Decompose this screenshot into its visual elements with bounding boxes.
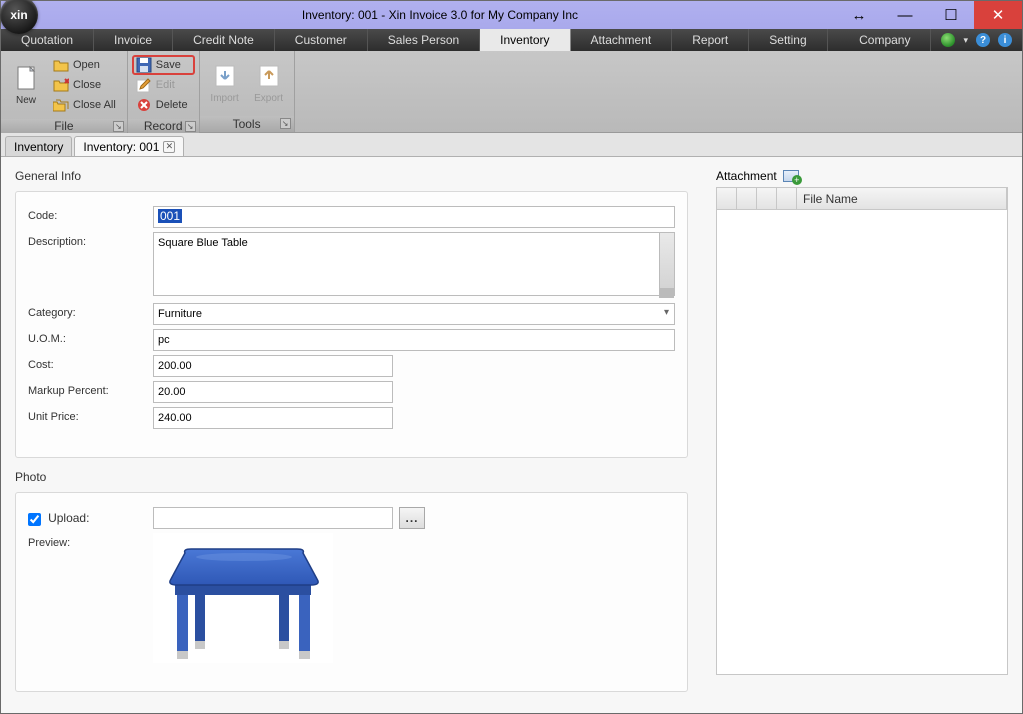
label-uom: U.O.M.:	[28, 329, 153, 345]
resize-button[interactable]: ↔	[836, 1, 882, 29]
import-icon	[212, 63, 238, 89]
app-window: xin Inventory: 001 - Xin Invoice 3.0 for…	[0, 0, 1023, 714]
menu-invoice[interactable]: Invoice	[94, 29, 173, 51]
save-icon	[136, 57, 152, 73]
ribbon-label-tools: Tools↘	[200, 116, 294, 132]
attachment-table-header: File Name	[717, 188, 1007, 210]
minimize-button[interactable]: —	[882, 1, 928, 29]
tab-close-icon[interactable]: ✕	[163, 141, 175, 153]
label-category: Category:	[28, 303, 153, 319]
file-group-popout-icon[interactable]: ↘	[113, 121, 124, 132]
menu-credit-note[interactable]: Credit Note	[173, 29, 275, 51]
new-button[interactable]: New	[5, 55, 47, 115]
attachment-header: Attachment	[716, 169, 1008, 183]
attachment-table: File Name	[716, 187, 1008, 675]
attachment-col-icon3[interactable]	[777, 188, 797, 209]
ribbon-label-record: Record↘	[128, 119, 199, 133]
unit-price-field[interactable]	[153, 407, 393, 429]
window-buttons: ↔ — ☐ ✕	[836, 1, 1022, 29]
menu-company[interactable]: Company	[839, 29, 931, 51]
folder-close-icon	[53, 77, 69, 93]
label-markup: Markup Percent:	[28, 381, 153, 397]
menu-attachment[interactable]: Attachment	[571, 29, 673, 51]
markup-field[interactable]	[153, 381, 393, 403]
globe-icon[interactable]	[941, 33, 955, 47]
cost-field[interactable]	[153, 355, 393, 377]
ribbon: New Open Close Close All	[1, 51, 1022, 133]
info-icon[interactable]: i	[998, 33, 1012, 47]
uom-field[interactable]	[153, 329, 675, 351]
ribbon-group-record: Save Edit Delete Record↘	[128, 51, 200, 132]
save-button[interactable]: Save	[132, 55, 195, 75]
label-unit-price: Unit Price:	[28, 407, 153, 423]
close-button[interactable]: Close	[49, 75, 123, 95]
menu-sales-person[interactable]: Sales Person	[368, 29, 480, 51]
folder-close-all-icon	[53, 97, 69, 113]
edit-icon	[136, 77, 152, 93]
upload-checkbox[interactable]	[28, 513, 41, 526]
record-group-popout-icon[interactable]: ↘	[185, 121, 196, 132]
photo-title: Photo	[15, 470, 688, 484]
new-file-icon	[13, 65, 39, 91]
general-info-title: General Info	[15, 169, 688, 183]
code-field[interactable]: 001	[153, 206, 675, 228]
close-all-button[interactable]: Close All	[49, 95, 123, 115]
label-cost: Cost:	[28, 355, 153, 371]
content-area: General Info Code: 001 Description: Squa…	[1, 157, 1022, 713]
tab-inventory-001[interactable]: Inventory: 001 ✕	[74, 136, 184, 156]
help-icon[interactable]: ?	[976, 33, 990, 47]
menu-report[interactable]: Report	[672, 29, 749, 51]
photo-panel: Upload: ... Preview:	[15, 492, 688, 692]
delete-button[interactable]: Delete	[132, 95, 195, 115]
globe-dropdown-icon[interactable]: ▾	[963, 35, 968, 46]
attachment-title: Attachment	[716, 169, 777, 183]
window-close-button[interactable]: ✕	[974, 1, 1022, 29]
add-attachment-icon[interactable]	[783, 170, 799, 182]
menubar-right-icons: ▾ ? i	[931, 29, 1022, 51]
ribbon-group-file: New Open Close Close All	[1, 51, 128, 132]
import-button[interactable]: Import	[204, 55, 246, 112]
ribbon-label-file: File↘	[1, 119, 127, 133]
open-button[interactable]: Open	[49, 55, 123, 75]
label-description: Description:	[28, 232, 153, 248]
titlebar: xin Inventory: 001 - Xin Invoice 3.0 for…	[1, 1, 1022, 29]
label-preview: Preview:	[28, 533, 153, 549]
menu-setting[interactable]: Setting	[749, 29, 827, 51]
attachment-col-icon2[interactable]	[757, 188, 777, 209]
tools-group-popout-icon[interactable]: ↘	[280, 118, 291, 129]
export-icon	[256, 63, 282, 89]
menubar: Quotation Invoice Credit Note Customer S…	[1, 29, 1022, 51]
description-scrollbar[interactable]	[659, 233, 674, 298]
attachment-col-filename[interactable]: File Name	[797, 188, 1007, 209]
label-upload: Upload:	[28, 507, 153, 526]
attachment-col-gutter	[717, 188, 737, 209]
preview-image	[153, 533, 333, 663]
attachment-col-icon1[interactable]	[737, 188, 757, 209]
folder-open-icon	[53, 57, 69, 73]
general-info-panel: Code: 001 Description: Square Blue Table	[15, 191, 688, 458]
edit-button[interactable]: Edit	[132, 75, 195, 95]
menu-inventory[interactable]: Inventory	[480, 29, 570, 51]
delete-icon	[136, 97, 152, 113]
left-pane: General Info Code: 001 Description: Squa…	[1, 157, 702, 713]
app-logo: xin	[0, 0, 38, 34]
upload-path-field[interactable]	[153, 507, 393, 529]
browse-button[interactable]: ...	[399, 507, 425, 529]
window-title: Inventory: 001 - Xin Invoice 3.0 for My …	[44, 8, 836, 22]
tab-inventory-list[interactable]: Inventory	[5, 136, 72, 156]
right-pane: Attachment File Name	[702, 157, 1022, 713]
ribbon-group-tools: Import Export Tools↘	[200, 51, 295, 132]
label-code: Code:	[28, 206, 153, 222]
description-field[interactable]: Square Blue Table	[153, 232, 675, 296]
category-select[interactable]: Furniture	[153, 303, 675, 325]
document-tabs: Inventory Inventory: 001 ✕	[1, 133, 1022, 157]
menu-customer[interactable]: Customer	[275, 29, 368, 51]
maximize-button[interactable]: ☐	[928, 1, 974, 29]
export-button[interactable]: Export	[248, 55, 290, 112]
